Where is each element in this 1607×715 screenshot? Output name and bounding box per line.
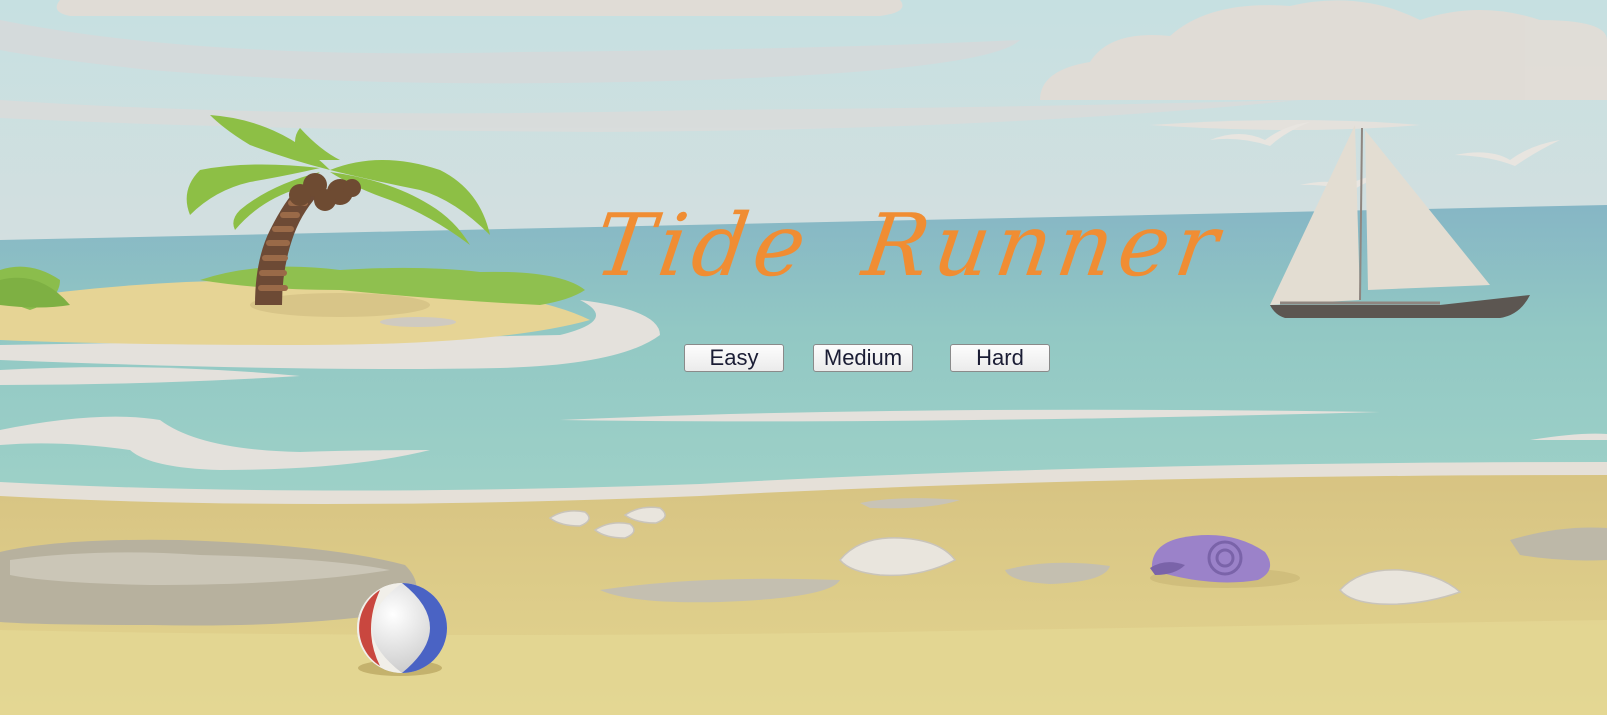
game-main-menu: Tide Runner Easy Medium Hard — [0, 0, 1607, 715]
medium-button[interactable]: Medium — [813, 344, 913, 372]
game-title: Tide Runner — [588, 196, 1231, 296]
wet-sand — [0, 620, 1607, 715]
beach-scene-background — [0, 0, 1607, 715]
hard-button[interactable]: Hard — [950, 344, 1050, 372]
easy-button[interactable]: Easy — [684, 344, 784, 372]
